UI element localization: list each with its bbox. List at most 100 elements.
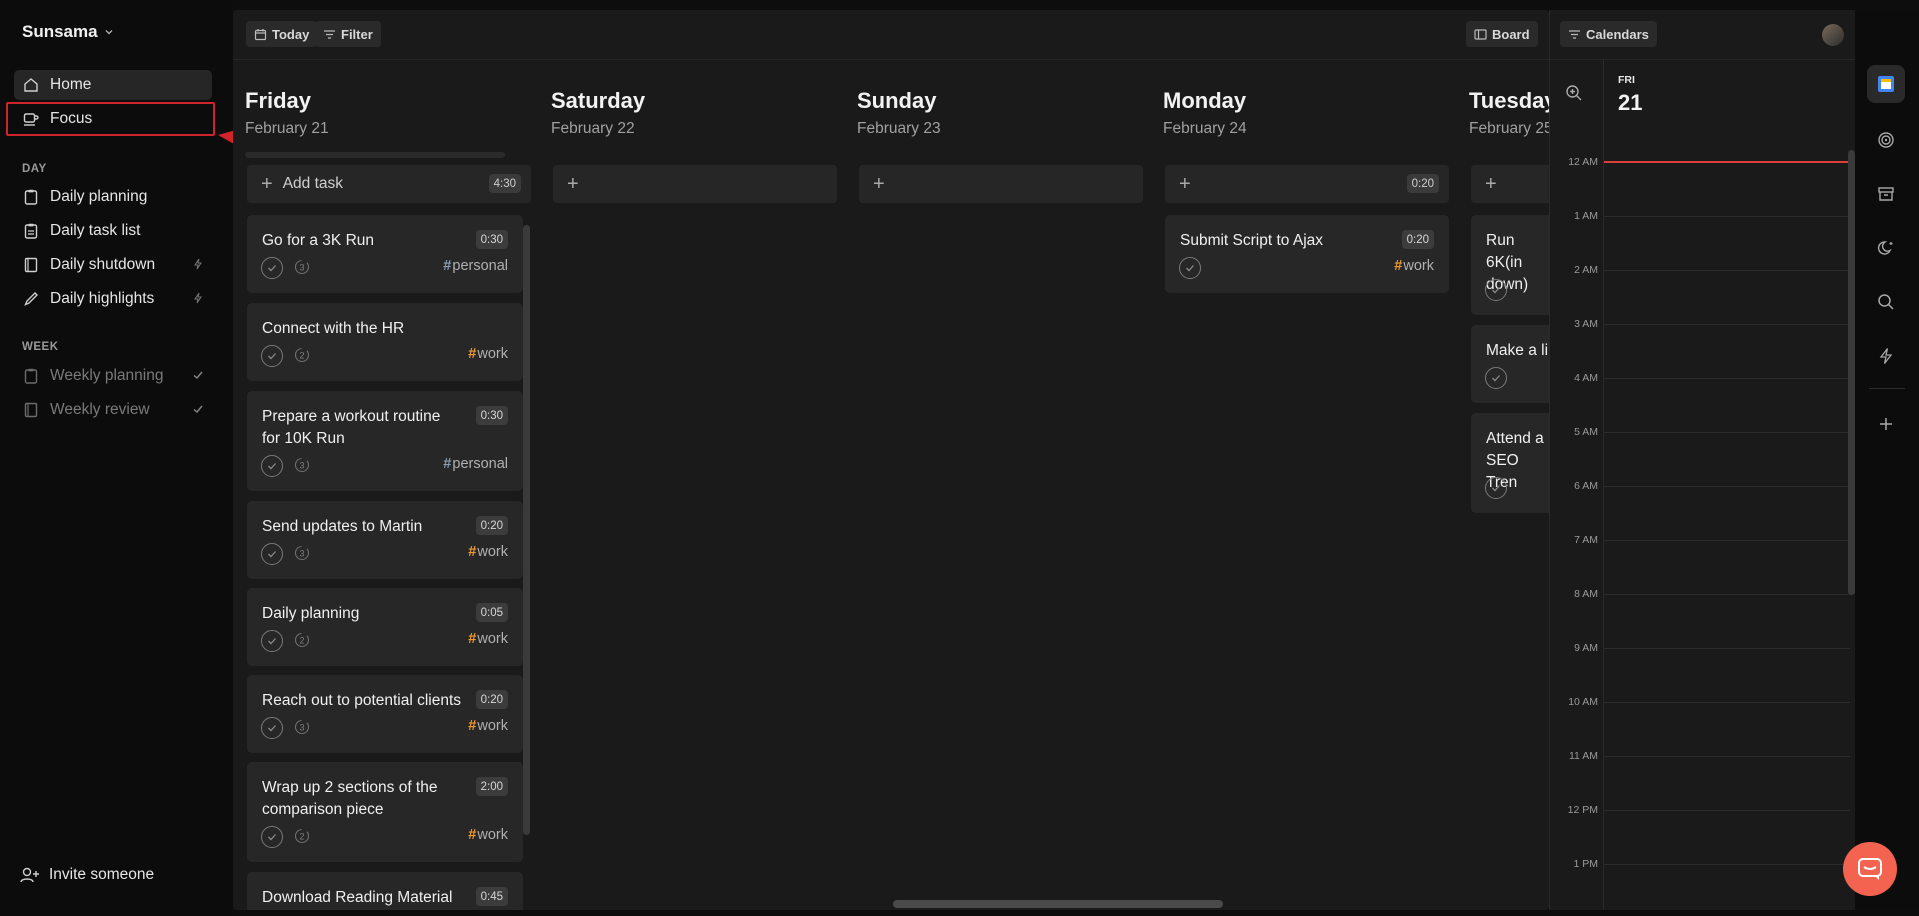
task-card[interactable]: Prepare a workout routine for 10K Run 0:… <box>247 391 523 491</box>
task-card[interactable]: Download Reading Material 0:45 <box>247 872 523 910</box>
add-task-button[interactable]: + <box>1471 165 1549 203</box>
complete-checkbox[interactable] <box>1485 279 1507 301</box>
sidebar-item-daily-task-list[interactable]: Daily task list <box>14 216 212 246</box>
svg-text:3: 3 <box>299 461 304 471</box>
hour-gridline <box>1604 270 1850 271</box>
sidebar-item-daily-shutdown[interactable]: Daily shutdown <box>14 250 212 280</box>
calendars-button[interactable]: Calendars <box>1560 21 1657 47</box>
today-button[interactable]: Today <box>246 21 318 47</box>
task-tag[interactable]: #personal <box>443 258 508 274</box>
complete-checkbox[interactable] <box>261 630 283 652</box>
task-title: Go for a 3K Run <box>262 232 375 249</box>
add-task-button[interactable]: + Add task 4:30 <box>247 165 531 203</box>
task-time[interactable]: 2:00 <box>475 777 508 796</box>
search-button[interactable] <box>1867 283 1905 321</box>
task-card[interactable]: Run 6K(in down) <box>1471 215 1549 315</box>
svg-text:3: 3 <box>299 549 304 559</box>
svg-text:2: 2 <box>299 832 304 842</box>
filter-label: Filter <box>341 26 373 42</box>
filter-button[interactable]: Filter <box>315 21 381 47</box>
day-column-friday: Friday February 21 <box>233 70 517 158</box>
hour-gridline <box>1604 810 1850 811</box>
task-time[interactable]: 0:45 <box>475 887 508 906</box>
complete-checkbox[interactable] <box>261 257 283 279</box>
sidebar-item-daily-highlights[interactable]: Daily highlights <box>14 284 212 314</box>
subtasks-icon[interactable]: 3 <box>293 718 313 738</box>
add-task-button[interactable]: + 0:20 <box>1165 165 1449 203</box>
complete-checkbox[interactable] <box>261 543 283 565</box>
task-card[interactable]: Make a li <box>1471 325 1549 403</box>
task-card[interactable]: Reach out to potential clients 0:20 3 #w… <box>247 675 523 753</box>
sidebar-item-label: Daily planning <box>50 188 148 205</box>
avatar[interactable] <box>1822 24 1844 46</box>
complete-checkbox[interactable] <box>261 455 283 477</box>
task-time[interactable]: 0:30 <box>475 230 508 249</box>
archive-button[interactable] <box>1867 175 1905 213</box>
sidebar-item-home[interactable]: Home <box>14 70 212 100</box>
task-time[interactable]: 0:20 <box>475 690 508 709</box>
complete-checkbox[interactable] <box>261 717 283 739</box>
help-chat-button[interactable] <box>1843 842 1897 896</box>
plus-icon: + <box>1179 173 1191 195</box>
subtasks-icon[interactable]: 3 <box>293 544 313 564</box>
task-tag[interactable]: #work <box>1394 258 1434 274</box>
task-title: Download Reading Material <box>262 889 453 906</box>
tag-label: personal <box>452 258 508 274</box>
complete-checkbox[interactable] <box>261 826 283 848</box>
task-tag[interactable]: #work <box>468 718 508 734</box>
task-card[interactable]: Connect with the HR 2 #work <box>247 303 523 381</box>
workspace-switcher[interactable]: Sunsama <box>22 22 114 42</box>
subtasks-icon[interactable]: 2 <box>293 827 313 847</box>
add-task-label: Add task <box>282 175 343 192</box>
subtasks-icon[interactable]: 3 <box>293 258 313 278</box>
tag-label: work <box>1403 258 1434 274</box>
svg-text:2: 2 <box>299 351 304 361</box>
task-card[interactable]: Send updates to Martin 0:20 3 #work <box>247 501 523 579</box>
task-time[interactable]: 0:20 <box>1401 230 1434 249</box>
sidebar-item-weekly-planning[interactable]: Weekly planning <box>14 361 212 391</box>
sidebar-item-weekly-review[interactable]: Weekly review <box>14 395 212 425</box>
board-view-button[interactable]: Board <box>1466 21 1538 47</box>
subtasks-icon[interactable]: 3 <box>293 456 313 476</box>
complete-checkbox[interactable] <box>1179 257 1201 279</box>
complete-checkbox[interactable] <box>1485 367 1507 389</box>
calendar-scrollbar[interactable] <box>1848 150 1855 595</box>
lightning-icon <box>192 258 204 270</box>
add-task-button[interactable]: + <box>859 165 1143 203</box>
add-integration-button[interactable] <box>1867 405 1905 443</box>
task-tag[interactable]: #work <box>468 631 508 647</box>
invite-someone-button[interactable]: Invite someone <box>20 866 154 884</box>
board-horizontal-scrollbar[interactable] <box>893 900 1223 908</box>
invite-label: Invite someone <box>49 866 155 883</box>
task-tag[interactable]: #work <box>468 544 508 560</box>
task-tag[interactable]: #work <box>468 346 508 362</box>
zoom-in-icon[interactable] <box>1565 84 1583 102</box>
task-tag[interactable]: #work <box>468 827 508 843</box>
task-card[interactable]: Wrap up 2 sections of the comparison pie… <box>247 762 523 862</box>
task-card[interactable]: Go for a 3K Run 0:30 3 #personal <box>247 215 523 293</box>
task-card[interactable]: Attend a SEO Tren <box>1471 413 1549 513</box>
integrations-button[interactable] <box>1867 337 1905 375</box>
night-mode-button[interactable] <box>1867 229 1905 267</box>
task-time[interactable]: 0:30 <box>475 406 508 425</box>
task-title: Daily planning <box>262 605 360 622</box>
subtasks-icon[interactable]: 2 <box>293 346 313 366</box>
google-calendar-button[interactable] <box>1867 65 1905 103</box>
task-card[interactable]: Daily planning 0:05 2 #work <box>247 588 523 666</box>
sidebar-item-label: Weekly review <box>50 401 150 418</box>
subtasks-icon[interactable]: 2 <box>293 631 313 651</box>
goals-button[interactable] <box>1867 121 1905 159</box>
task-tag[interactable]: #personal <box>443 456 508 472</box>
sidebar-item-label: Daily task list <box>50 222 141 239</box>
sidebar-item-daily-planning[interactable]: Daily planning <box>14 182 212 212</box>
column-scrollbar[interactable] <box>523 225 530 835</box>
plus-icon: + <box>261 173 273 195</box>
complete-checkbox[interactable] <box>261 345 283 367</box>
task-time[interactable]: 0:05 <box>475 603 508 622</box>
tag-label: work <box>477 631 508 647</box>
task-card[interactable]: Submit Script to Ajax 0:20 #work <box>1165 215 1449 293</box>
hour-gridline <box>1604 324 1850 325</box>
add-task-button[interactable]: + <box>553 165 837 203</box>
task-time[interactable]: 0:20 <box>475 516 508 535</box>
complete-checkbox[interactable] <box>1485 477 1507 499</box>
